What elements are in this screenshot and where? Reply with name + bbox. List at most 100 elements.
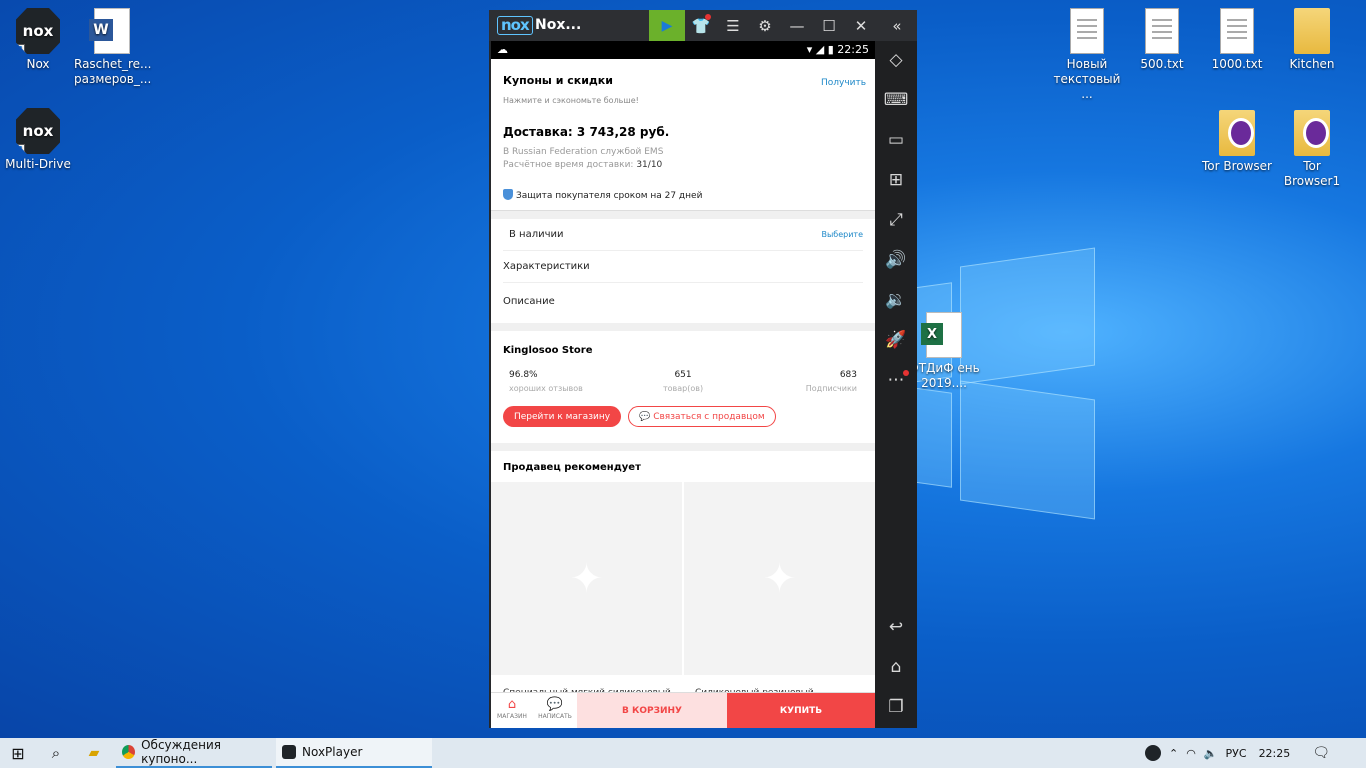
volume-up-icon[interactable]: 🔊 bbox=[875, 245, 917, 275]
rotate-icon[interactable]: ◇ bbox=[875, 45, 917, 75]
status-time: 22:25 bbox=[837, 43, 869, 56]
write-tab[interactable]: 💬 НАПИСАТЬ bbox=[534, 693, 576, 728]
product-card-1[interactable]: ✦ bbox=[491, 482, 682, 675]
product-options: В наличии Выберите Характеристики Описан… bbox=[491, 219, 875, 323]
wifi-icon[interactable]: ◠ bbox=[1186, 747, 1196, 760]
word-doc-icon: W bbox=[89, 8, 130, 54]
store-section: Kinglosoo Store 96.8% хороших отзывов 651… bbox=[491, 331, 875, 443]
notifications-icon[interactable]: 🗨 bbox=[1312, 745, 1330, 761]
android-status-bar: ☁ ▾ ◢ ▮ 22:25 bbox=[491, 41, 875, 59]
shop-tab[interactable]: ⌂ МАГАЗИН bbox=[491, 693, 533, 728]
nox-icon bbox=[282, 745, 296, 759]
seller-recommends-section: Продавец рекомендует ✦ ✦ Специальный мяг… bbox=[491, 451, 875, 701]
desktop-icon-1000-txt[interactable]: 1000.txt bbox=[1199, 8, 1275, 72]
shield-icon bbox=[503, 189, 513, 200]
store-icon: ⌂ bbox=[507, 697, 517, 712]
delivery-time: Расчётное время доставки: 31/10 bbox=[503, 160, 663, 170]
image-placeholder-icon: ✦ bbox=[569, 555, 604, 602]
close-icon[interactable]: ✕ bbox=[845, 10, 877, 41]
desktop-icon-500-txt[interactable]: 500.txt bbox=[1124, 8, 1200, 72]
tor-browser-icon bbox=[1219, 110, 1255, 156]
coupons-delivery-section: Купоны и скидки Нажмите и сэкономьте бол… bbox=[491, 59, 875, 211]
excel-file-icon: X bbox=[921, 312, 962, 358]
taskbar: ⊞ ⌕ ▰ Обсуждения купоно... NoxPlayer ⌃ ◠… bbox=[0, 738, 1366, 768]
store-stat-rating: 96.8% хороших отзывов bbox=[509, 370, 583, 393]
desktop-icon-multi-drive[interactable]: nox ↗ Multi-Drive bbox=[0, 108, 76, 172]
taskbar-app-noxplayer[interactable]: NoxPlayer bbox=[276, 738, 432, 768]
description-row[interactable]: Описание bbox=[503, 285, 863, 317]
apk-install-icon[interactable]: ⊞ bbox=[875, 165, 917, 195]
chat-icon: 💬 bbox=[639, 411, 651, 422]
cloud-icon: ☁ bbox=[497, 43, 508, 56]
recommend-title: Продавец рекомендует bbox=[503, 462, 641, 473]
menu-icon[interactable]: ☰ bbox=[717, 10, 749, 41]
more-icon[interactable]: ⋯ bbox=[875, 365, 917, 395]
nox-logo: nox bbox=[497, 16, 533, 35]
coupons-subtitle: Нажмите и сэкономьте больше! bbox=[503, 96, 639, 105]
wifi-icon: ▾ bbox=[806, 43, 813, 56]
windows-start-icon[interactable]: ⊞ bbox=[0, 738, 36, 768]
buyer-protection: Защита покупателя сроком на 27 дней bbox=[503, 189, 702, 201]
contact-seller-button[interactable]: 💬 Связаться с продавцом bbox=[628, 406, 776, 427]
collapse-icon[interactable]: « bbox=[881, 10, 913, 41]
minimize-icon[interactable]: — bbox=[781, 10, 813, 41]
desktop-icon-tor-browser[interactable]: Tor Browser bbox=[1199, 110, 1275, 174]
battery-icon: ▮ bbox=[827, 43, 834, 56]
choose-link[interactable]: Выберите bbox=[821, 230, 863, 239]
clock[interactable]: 22:25 bbox=[1259, 747, 1291, 760]
android-screen: ☁ ▾ ◢ ▮ 22:25 Купоны и скидки Нажмите и … bbox=[491, 41, 875, 728]
play-store-icon[interactable]: ▶ bbox=[649, 10, 685, 41]
rocket-icon[interactable]: 🚀 bbox=[875, 325, 917, 355]
desktop-icon-nox[interactable]: nox ↗ Nox bbox=[0, 8, 76, 72]
shirt-icon[interactable]: 👕 bbox=[685, 10, 717, 41]
maximize-icon[interactable]: ☐ bbox=[813, 10, 845, 41]
taskbar-app-chrome[interactable]: Обсуждения купоно... bbox=[116, 738, 272, 768]
chat-icon: 💬 bbox=[546, 697, 564, 712]
desktop-icon-excel[interactable]: X ФТДиФ ень 2019.... bbox=[906, 312, 982, 391]
product-card-2[interactable]: ✦ bbox=[684, 482, 875, 675]
get-coupon-link[interactable]: Получить bbox=[821, 77, 866, 89]
desktop-icon-kitchen[interactable]: Kitchen bbox=[1274, 8, 1350, 72]
delivery-method: В Russian Federation службой EMS bbox=[503, 147, 664, 157]
nox-multidrive-icon: nox ↗ bbox=[16, 108, 60, 154]
fullscreen-icon[interactable]: ⤢ bbox=[875, 205, 917, 235]
system-tray: ⌃ ◠ 🔈 РУС 22:25 🗨 bbox=[1145, 738, 1330, 768]
back-icon[interactable]: ↩ bbox=[875, 612, 917, 642]
recent-apps-icon[interactable]: ❐ bbox=[875, 692, 917, 722]
nox-tray-icon[interactable] bbox=[1145, 745, 1161, 761]
add-to-cart-button[interactable]: В КОРЗИНУ bbox=[577, 693, 727, 728]
signal-icon: ◢ bbox=[815, 43, 825, 56]
volume-down-icon[interactable]: 🔉 bbox=[875, 285, 917, 315]
desktop-icon-tor-browser1[interactable]: Tor Browser1 bbox=[1274, 110, 1350, 189]
expand-tray-icon[interactable]: ⌃ bbox=[1169, 747, 1178, 760]
nox-icon: nox ↗ bbox=[16, 8, 60, 54]
file-explorer-icon[interactable]: ▰ bbox=[76, 738, 112, 768]
tor-browser-icon bbox=[1294, 110, 1330, 156]
search-icon[interactable]: ⌕ bbox=[38, 738, 74, 768]
coupons-title: Купоны и скидки bbox=[503, 74, 613, 87]
volume-icon[interactable]: 🔈 bbox=[1204, 747, 1218, 760]
product-bottom-bar: ⌂ МАГАЗИН 💬 НАПИСАТЬ В КОРЗИНУ КУПИТЬ bbox=[491, 692, 875, 728]
specs-row[interactable]: Характеристики bbox=[503, 251, 863, 283]
nox-player-window: nox Nox... ▶ 👕 ☰ ⚙ — ☐ ✕ « ☁ ▾ ◢ ▮ 22:25… bbox=[489, 10, 917, 728]
gear-icon[interactable]: ⚙ bbox=[749, 10, 781, 41]
desktop-icon-word-doc[interactable]: W Raschet_re... размеров_... bbox=[74, 8, 151, 87]
text-file-icon bbox=[1220, 8, 1254, 54]
screen-icon[interactable]: ▭ bbox=[875, 125, 917, 155]
home-icon[interactable]: ⌂ bbox=[875, 652, 917, 682]
buy-button[interactable]: КУПИТЬ bbox=[727, 693, 875, 728]
folder-icon bbox=[1294, 8, 1330, 54]
keyboard-icon[interactable]: ⌨ bbox=[875, 85, 917, 115]
store-stat-products: 651 товар(ов) bbox=[663, 370, 704, 393]
delivery-title: Доставка: 3 743,28 руб. bbox=[503, 125, 670, 139]
window-title: Nox... bbox=[535, 17, 582, 33]
image-placeholder-icon: ✦ bbox=[762, 555, 797, 602]
chrome-icon bbox=[122, 745, 136, 759]
stock-row[interactable]: В наличии Выберите bbox=[503, 219, 863, 251]
go-to-store-button[interactable]: Перейти к магазину bbox=[503, 406, 622, 427]
nox-titlebar: nox Nox... ▶ 👕 ☰ ⚙ — ☐ ✕ « bbox=[489, 10, 917, 41]
language-indicator[interactable]: РУС bbox=[1226, 747, 1247, 760]
store-stat-followers: 683 Подписчики bbox=[805, 370, 857, 393]
store-name: Kinglosoo Store bbox=[503, 345, 593, 356]
desktop-icon-new-text[interactable]: Новый текстовый ... bbox=[1049, 8, 1125, 102]
